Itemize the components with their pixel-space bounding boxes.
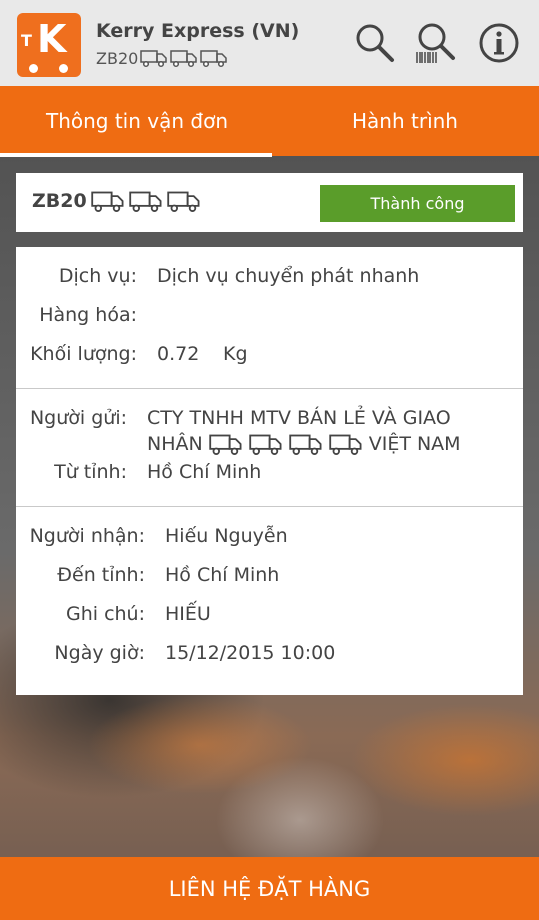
shipment-code-prefix: ZB20: [32, 190, 87, 212]
to-province-value: Hồ Chí Minh: [165, 564, 280, 586]
truck-icon: [91, 191, 124, 212]
tab-shipment-info[interactable]: Thông tin vận đơn: [2, 86, 272, 156]
truck-icon: [209, 434, 242, 455]
search-icon[interactable]: [354, 22, 396, 64]
sender-line2: NHÂN VIỆT NAM: [147, 431, 461, 457]
datetime-label: Ngày giờ:: [54, 642, 145, 664]
sender-line2-suffix: VIỆT NAM: [368, 433, 461, 455]
truck-icon: [129, 191, 162, 212]
barcode-search-icon[interactable]: [414, 22, 456, 64]
note-label: Ghi chú:: [65, 603, 145, 625]
service-value: Dịch vụ chuyển phát nhanh: [157, 265, 420, 287]
from-province-value: Hồ Chí Minh: [147, 461, 262, 483]
shipment-code: ZB20: [32, 188, 201, 214]
datetime-value: 15/12/2015 10:00: [165, 642, 336, 664]
truck-icon: [249, 434, 282, 455]
truck-icon: [167, 191, 200, 212]
truck-icon: [289, 434, 322, 455]
note-value: HIẾU: [165, 603, 211, 625]
weight-value: 0.72: [157, 343, 200, 365]
receiver-value: Hiếu Nguyễn: [165, 525, 288, 547]
from-province-label: Từ tỉnh:: [54, 461, 127, 483]
goods-label: Hàng hóa:: [39, 304, 137, 326]
truck-icon: [170, 50, 198, 68]
truck-icon: [200, 50, 228, 68]
tab-bar: Thông tin vận đơn Hành trình: [0, 86, 539, 156]
shipment-code-card: ZB20 Thành công: [16, 173, 523, 232]
truck-icon: [329, 434, 362, 455]
sender-label: Người gửi:: [29, 407, 127, 429]
truck-icon: [140, 50, 168, 68]
divider: [16, 388, 523, 389]
contact-order-button[interactable]: LIÊN HỆ ĐẶT HÀNG: [0, 857, 539, 920]
service-label: Dịch vụ:: [58, 265, 137, 287]
sender-line1: CTY TNHH MTV BÁN LẺ VÀ GIAO: [147, 407, 451, 429]
app-header: TK Kerry Express (VN) ZB20: [0, 0, 539, 86]
weight-unit: Kg: [223, 343, 248, 365]
weight-label: Khối lượng:: [30, 343, 137, 365]
tab-journey[interactable]: Hành trình: [270, 86, 539, 156]
shipment-details-card: Dịch vụ: Dịch vụ chuyển phát nhanh Hàng …: [16, 247, 523, 695]
receiver-label: Người nhận:: [29, 525, 145, 547]
sender-line2-prefix: NHÂN: [147, 433, 203, 455]
app-title: Kerry Express (VN): [96, 20, 300, 42]
header-shipment-code: ZB20: [96, 48, 228, 68]
kerry-logo: TK: [17, 13, 81, 77]
active-tab-indicator: [0, 153, 272, 157]
to-province-label: Đến tỉnh:: [57, 564, 145, 586]
header-code-prefix: ZB20: [96, 48, 139, 68]
info-icon[interactable]: [478, 22, 520, 64]
divider: [16, 506, 523, 507]
status-badge: Thành công: [320, 185, 515, 222]
